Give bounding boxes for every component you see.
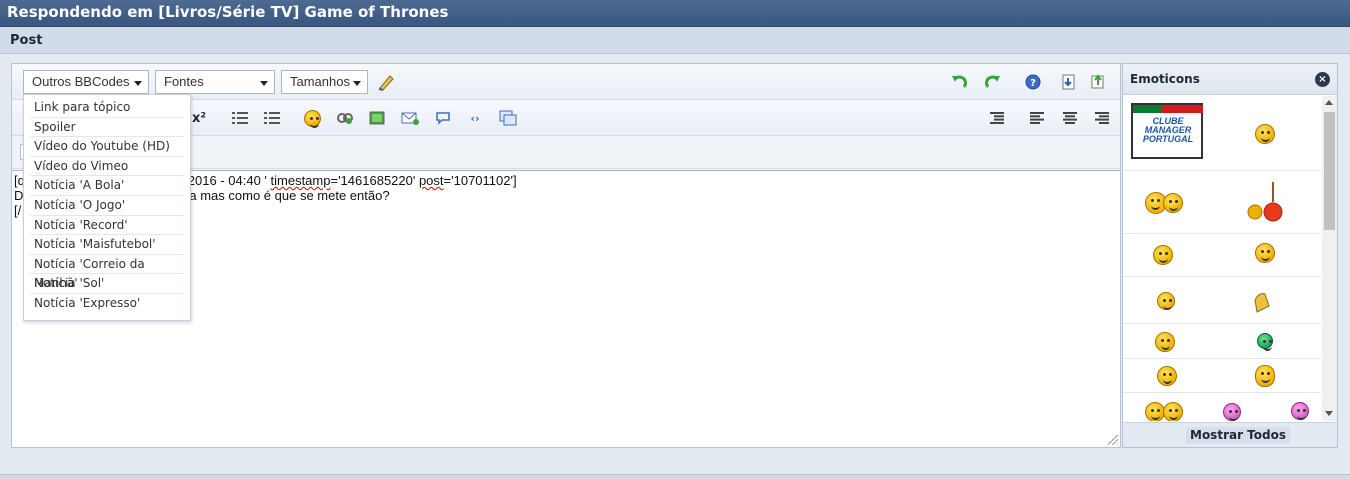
emoticon-row: CLUBE MANAGER PORTUGAL: [1123, 96, 1321, 171]
text-fragment: a mas como é que se mete então?: [189, 188, 390, 203]
menu-item[interactable]: Notícia 'Expresso': [30, 294, 184, 314]
resize-handle[interactable]: [1108, 435, 1118, 445]
club-manager-logo-emoticon[interactable]: CLUBE MANAGER PORTUGAL: [1131, 103, 1203, 159]
emoticon-row: [1123, 325, 1321, 359]
code-icon[interactable]: ‹›: [465, 108, 485, 128]
bullet-list-icon[interactable]: [230, 108, 250, 128]
chevron-down-icon: [353, 81, 361, 86]
friends-emoticon[interactable]: [1145, 402, 1183, 421]
emoticons-scrollbar[interactable]: [1322, 96, 1337, 421]
chevron-down-icon: [260, 81, 268, 86]
menu-item[interactable]: Vídeo do Youtube (HD): [30, 137, 184, 157]
text-fragment: D: [14, 188, 24, 203]
align-right-icon[interactable]: [1092, 108, 1112, 128]
indent-icon[interactable]: [987, 108, 1007, 128]
dizzy-emoticon[interactable]: [1153, 245, 1173, 265]
window-title: Respondendo em [Livros/Série TV] Game of…: [7, 3, 449, 21]
help-icon[interactable]: ?: [1023, 72, 1043, 92]
emoticons-title: Emoticons: [1130, 72, 1200, 86]
logo-text: CLUBE MANAGER PORTUGAL: [1142, 116, 1194, 144]
bbcodes-menu: Link para tópico Spoiler Vídeo do Youtub…: [23, 94, 191, 321]
emoticons-grid: CLUBE MANAGER PORTUGAL: [1123, 96, 1321, 421]
emoticon-row: [1123, 278, 1321, 324]
sizes-dropdown[interactable]: Tamanhos: [281, 70, 368, 94]
undo-icon[interactable]: [949, 72, 969, 92]
happy-emoticon[interactable]: [1157, 366, 1177, 386]
link-icon[interactable]: [335, 108, 355, 128]
menu-item[interactable]: Notícia 'O Jogo': [30, 196, 184, 216]
fonts-dropdown-label: Fontes: [164, 74, 204, 89]
menu-item[interactable]: Notícia 'Sol': [30, 274, 184, 294]
section-title: Post: [10, 33, 43, 48]
wink-emoticon[interactable]: [1157, 292, 1175, 310]
emoticon-row: [1123, 394, 1321, 421]
emoticon-icon[interactable]: [302, 108, 322, 128]
text-fragment: ='10701102']: [443, 173, 517, 188]
section-header: Post: [0, 27, 1350, 54]
align-left-icon[interactable]: [1027, 108, 1047, 128]
bottom-border: [0, 474, 1350, 479]
emoticons-header: Emoticons ×: [1123, 64, 1337, 95]
download-icon[interactable]: [1059, 72, 1079, 92]
redo-icon[interactable]: [983, 72, 1003, 92]
menu-item[interactable]: Link para tópico: [30, 98, 184, 118]
scroll-thumb[interactable]: [1324, 112, 1335, 230]
emoticons-panel: Emoticons × CLUBE MANAGER PORTUGAL Mostr…: [1122, 63, 1338, 448]
show-all-button[interactable]: Mostrar Todos: [1186, 427, 1290, 444]
grin-emoticon[interactable]: [1155, 332, 1175, 352]
close-icon[interactable]: ×: [1315, 72, 1330, 87]
menu-item[interactable]: Notícia 'Correio da Manhã': [30, 255, 184, 290]
text-fragment: post: [418, 173, 444, 188]
clap-emoticon[interactable]: [1251, 290, 1273, 314]
menu-item[interactable]: Spoiler: [30, 118, 184, 138]
pink-emoticon[interactable]: [1291, 402, 1309, 420]
bomb-emoticon[interactable]: [1247, 180, 1287, 224]
title-bar: Respondendo em [Livros/Série TV] Game of…: [0, 0, 1350, 27]
superscript-icon[interactable]: x²: [189, 108, 209, 128]
menu-item[interactable]: Notícia 'A Bola': [30, 176, 184, 196]
image-icon[interactable]: [367, 108, 387, 128]
quote-icon[interactable]: [433, 108, 453, 128]
menu-item[interactable]: Vídeo do Vimeo: [30, 157, 184, 177]
sizes-dropdown-label: Tamanhos: [290, 74, 350, 89]
bbcodes-dropdown-label: Outros BBCodes: [32, 74, 130, 89]
text-fragment: timestamp: [270, 173, 331, 188]
emoticon-row: [1123, 235, 1321, 277]
chevron-down-icon: [134, 81, 142, 86]
align-center-icon[interactable]: [1060, 108, 1080, 128]
email-icon[interactable]: [400, 108, 420, 128]
numbered-list-icon[interactable]: [262, 108, 282, 128]
emoticon-row: [1123, 172, 1321, 234]
pink-emoticon[interactable]: [1223, 403, 1241, 421]
bbcodes-dropdown[interactable]: Outros BBCodes: [23, 70, 149, 94]
menu-item[interactable]: Notícia 'Maisfutebol': [30, 235, 184, 255]
hug-emoticon[interactable]: [1145, 192, 1183, 214]
text-fragment: ='1461685220': [330, 173, 419, 188]
scroll-up-icon[interactable]: [1325, 100, 1333, 105]
green-emoticon[interactable]: [1257, 333, 1273, 351]
svg-text:?: ?: [1030, 78, 1036, 89]
laugh-emoticon[interactable]: [1255, 124, 1275, 144]
stars-emoticon[interactable]: [1255, 243, 1275, 263]
scroll-down-icon[interactable]: [1325, 411, 1333, 416]
media-icon[interactable]: [498, 108, 518, 128]
upload-icon[interactable]: [1088, 71, 1108, 91]
text-fragment: [/: [14, 203, 22, 218]
emoticon-row: [1123, 360, 1321, 393]
menu-item[interactable]: Notícia 'Record': [30, 216, 184, 236]
fonts-dropdown[interactable]: Fontes: [155, 70, 275, 94]
scared-emoticon[interactable]: [1255, 365, 1275, 387]
emoticons-footer: Mostrar Todos: [1123, 422, 1337, 447]
remove-format-icon[interactable]: [376, 72, 396, 92]
